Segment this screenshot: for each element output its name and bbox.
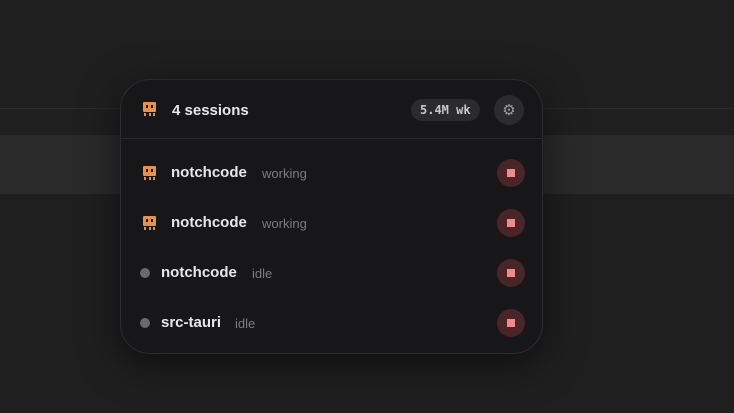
idle-dot-icon (140, 318, 150, 328)
usage-badge: 5.4M wk (411, 99, 480, 121)
stop-icon (507, 169, 515, 177)
session-name: notchcode (171, 214, 247, 231)
session-row[interactable]: notchcode working (121, 203, 542, 243)
gear-icon: ⚙ (502, 101, 516, 119)
stop-icon (507, 319, 515, 327)
session-status: working (262, 166, 307, 181)
session-row[interactable]: src-tauri idle (121, 303, 542, 343)
session-status: idle (252, 266, 273, 281)
session-row[interactable]: notchcode working (121, 153, 542, 193)
panel-header: 4 sessions 5.4M wk ⚙ (121, 80, 542, 139)
session-name: notchcode (161, 264, 237, 281)
stop-session-button[interactable] (497, 309, 525, 337)
session-name: notchcode (171, 164, 247, 181)
settings-button[interactable]: ⚙ (494, 95, 524, 125)
stop-session-button[interactable] (497, 209, 525, 237)
sessions-count-title: 4 sessions (172, 102, 249, 119)
session-row[interactable]: notchcode idle (121, 253, 542, 293)
stop-session-button[interactable] (497, 259, 525, 287)
idle-dot-icon (140, 268, 150, 278)
sprite-icon (142, 216, 157, 231)
session-status: working (262, 216, 307, 231)
stop-icon (507, 269, 515, 277)
sprite-icon (142, 102, 157, 117)
session-status: idle (235, 316, 256, 331)
session-name: src-tauri (161, 314, 222, 331)
stop-icon (507, 219, 515, 227)
sprite-icon (142, 166, 157, 181)
sessions-panel: 4 sessions 5.4M wk ⚙ notchcode working n… (120, 79, 543, 354)
stop-session-button[interactable] (497, 159, 525, 187)
